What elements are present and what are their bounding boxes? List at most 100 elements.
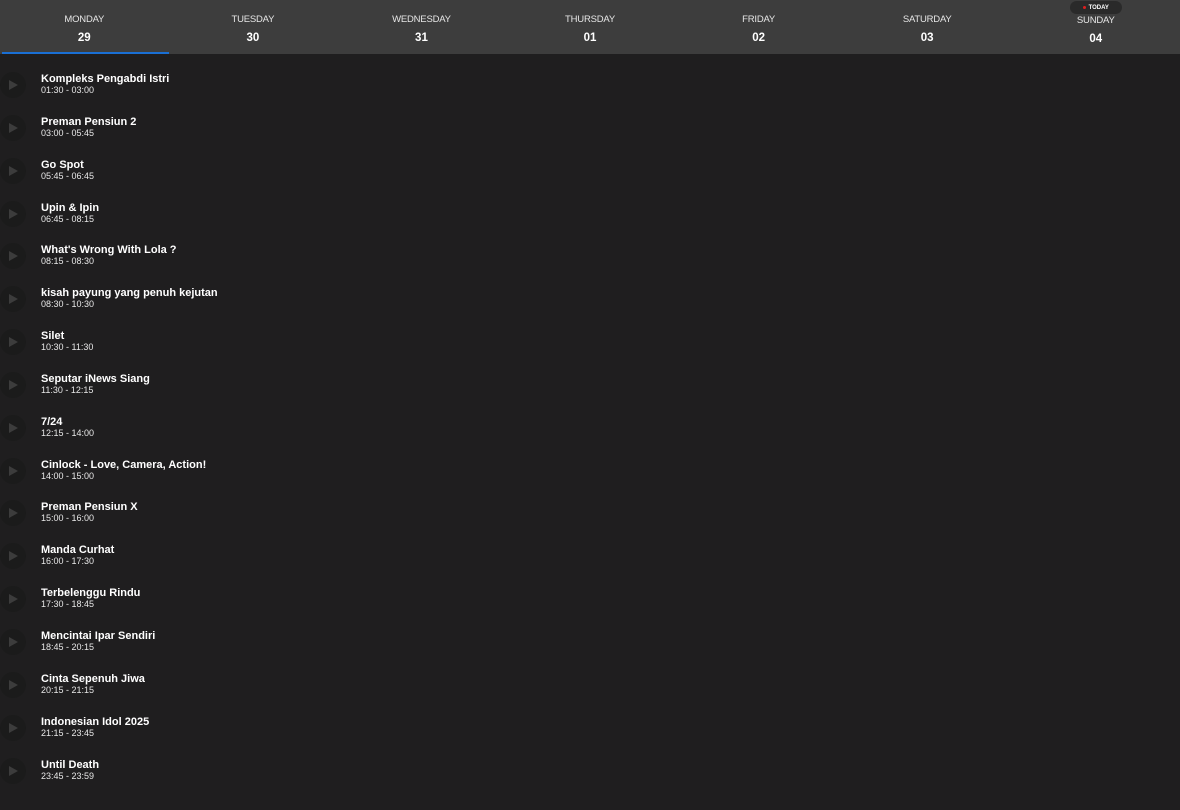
program-item[interactable]: Upin & Ipin 06:45 - 08:15 bbox=[0, 200, 1180, 243]
program-title: Preman Pensiun X bbox=[41, 501, 138, 514]
day-number: 31 bbox=[415, 32, 428, 44]
program-info: 7/24 12:15 - 14:00 bbox=[41, 416, 94, 438]
program-title: Mencintai Ipar Sendiri bbox=[41, 629, 156, 642]
play-button[interactable] bbox=[0, 457, 26, 484]
program-time: 21:15 - 23:45 bbox=[41, 727, 95, 738]
program-title: Kompleks Pengabdi Istri bbox=[41, 73, 170, 85]
program-title: 7/24 bbox=[41, 415, 63, 428]
program-title: Preman Pensiun 2 bbox=[41, 115, 137, 128]
play-icon bbox=[9, 337, 18, 348]
day-tab-friday[interactable]: FRIDAY 02 bbox=[674, 0, 843, 54]
day-name: WEDNESDAY bbox=[392, 14, 451, 25]
program-info: Manda Curhat 16:00 - 17:30 bbox=[41, 544, 114, 566]
day-tab-saturday[interactable]: SATURDAY 03 bbox=[843, 0, 1012, 54]
play-button[interactable] bbox=[0, 200, 26, 227]
play-icon bbox=[9, 80, 18, 90]
program-item[interactable]: Preman Pensiun X 15:00 - 16:00 bbox=[0, 499, 1180, 542]
program-time: 11:30 - 12:15 bbox=[41, 384, 94, 395]
program-title: kisah payung yang penuh kejutan bbox=[41, 287, 218, 300]
play-button[interactable] bbox=[0, 114, 26, 141]
play-button[interactable] bbox=[0, 628, 26, 655]
program-item[interactable]: What's Wrong With Lola ? 08:15 - 08:30 bbox=[0, 242, 1180, 285]
day-tab-wednesday[interactable]: WEDNESDAY 31 bbox=[337, 0, 506, 54]
program-info: Go Spot 05:45 - 06:45 bbox=[41, 159, 94, 181]
play-button[interactable] bbox=[0, 157, 26, 184]
play-button[interactable] bbox=[0, 286, 26, 313]
program-time: 17:30 - 18:45 bbox=[41, 599, 95, 610]
play-icon bbox=[9, 465, 18, 476]
play-button[interactable] bbox=[0, 243, 26, 270]
program-schedule-list: Kompleks Pengabdi Istri 01:30 - 03:00 Pr… bbox=[0, 54, 1180, 799]
program-info: Preman Pensiun X 15:00 - 16:00 bbox=[41, 501, 138, 523]
program-item[interactable]: Terbelenggu Rindu 17:30 - 18:45 bbox=[0, 585, 1180, 628]
day-name: SATURDAY bbox=[902, 14, 952, 25]
program-info: kisah payung yang penuh kejutan 08:30 - … bbox=[41, 287, 218, 309]
program-item[interactable]: Cinlock - Love, Camera, Action! 14:00 - … bbox=[0, 457, 1180, 500]
play-icon bbox=[9, 551, 18, 562]
day-name: FRIDAY bbox=[742, 14, 776, 25]
program-item[interactable]: Cinta Sepenuh Jiwa 20:15 - 21:15 bbox=[0, 671, 1180, 714]
program-title: Indonesian Idol 2025 bbox=[41, 715, 150, 728]
play-button[interactable] bbox=[0, 72, 26, 98]
program-title: Cinlock - Love, Camera, Action! bbox=[41, 458, 207, 471]
program-title: Until Death bbox=[41, 758, 100, 771]
program-info: Terbelenggu Rindu 17:30 - 18:45 bbox=[41, 587, 140, 609]
program-time: 01:30 - 03:00 bbox=[41, 85, 95, 95]
program-time: 08:30 - 10:30 bbox=[41, 299, 95, 310]
day-selector-bar: MONDAY 29 TUESDAY 30 WEDNESDAY 31 THURSD… bbox=[0, 0, 1180, 54]
program-item[interactable]: Preman Pensiun 2 03:00 - 05:45 bbox=[0, 114, 1180, 157]
day-name: MONDAY bbox=[64, 14, 105, 25]
program-item[interactable]: Indonesian Idol 2025 21:15 - 23:45 bbox=[0, 714, 1180, 757]
program-title: Seputar iNews Siang bbox=[41, 372, 150, 385]
day-tab-sunday[interactable]: TODAY SUNDAY 04 bbox=[1011, 0, 1180, 54]
program-time: 16:00 - 17:30 bbox=[41, 556, 95, 567]
program-title: What's Wrong With Lola ? bbox=[41, 244, 177, 257]
play-button[interactable] bbox=[0, 500, 26, 527]
play-icon bbox=[9, 722, 18, 733]
live-dot-icon bbox=[1082, 6, 1086, 9]
program-item[interactable]: kisah payung yang penuh kejutan 08:30 - … bbox=[0, 285, 1180, 328]
program-item[interactable]: Manda Curhat 16:00 - 17:30 bbox=[0, 542, 1180, 585]
day-tab-monday[interactable]: MONDAY 29 bbox=[0, 0, 169, 54]
program-item[interactable]: 7/24 12:15 - 14:00 bbox=[0, 414, 1180, 457]
day-tab-thursday[interactable]: THURSDAY 01 bbox=[506, 0, 675, 54]
program-time: 20:15 - 21:15 bbox=[41, 684, 95, 695]
program-item[interactable]: Go Spot 05:45 - 06:45 bbox=[0, 157, 1180, 200]
today-label: TODAY bbox=[1088, 4, 1109, 11]
program-item[interactable]: Until Death 23:45 - 23:59 bbox=[0, 757, 1180, 800]
day-name: TUESDAY bbox=[231, 14, 275, 25]
program-time: 08:15 - 08:30 bbox=[41, 256, 95, 267]
day-number: 29 bbox=[77, 32, 91, 44]
day-name: THURSDAY bbox=[565, 14, 615, 25]
day-number: 04 bbox=[1089, 33, 1103, 45]
program-time: 18:45 - 20:15 bbox=[41, 641, 95, 652]
program-info: Silet 10:30 - 11:30 bbox=[41, 330, 93, 352]
program-info: Indonesian Idol 2025 21:15 - 23:45 bbox=[41, 716, 149, 738]
day-name: SUNDAY bbox=[1076, 15, 1115, 26]
play-button[interactable] bbox=[0, 586, 26, 613]
program-item[interactable]: Silet 10:30 - 11:30 bbox=[0, 328, 1180, 371]
program-item[interactable]: Mencintai Ipar Sendiri 18:45 - 20:15 bbox=[0, 628, 1180, 671]
play-button[interactable] bbox=[0, 714, 26, 741]
day-tab-tuesday[interactable]: TUESDAY 30 bbox=[169, 0, 338, 54]
program-time: 23:45 - 23:59 bbox=[41, 770, 95, 781]
program-item[interactable]: Seputar iNews Siang 11:30 - 12:15 bbox=[0, 371, 1180, 414]
play-icon bbox=[9, 122, 18, 133]
program-info: What's Wrong With Lola ? 08:15 - 08:30 bbox=[41, 244, 177, 266]
play-button[interactable] bbox=[0, 543, 26, 570]
play-button[interactable] bbox=[0, 757, 26, 784]
program-item[interactable]: Kompleks Pengabdi Istri 01:30 - 03:00 bbox=[0, 71, 1180, 114]
program-time: 14:00 - 15:00 bbox=[41, 470, 95, 481]
play-icon bbox=[9, 379, 18, 390]
play-icon bbox=[9, 636, 18, 647]
play-button[interactable] bbox=[0, 371, 26, 398]
play-button[interactable] bbox=[0, 414, 26, 441]
play-button[interactable] bbox=[0, 329, 26, 356]
program-title: Upin & Ipin bbox=[41, 201, 100, 214]
program-title: Silet bbox=[41, 330, 65, 343]
today-badge: TODAY bbox=[1069, 1, 1122, 14]
program-title: Cinta Sepenuh Jiwa bbox=[41, 672, 145, 685]
play-button[interactable] bbox=[0, 671, 26, 698]
play-icon bbox=[9, 508, 18, 519]
program-time: 06:45 - 08:15 bbox=[41, 213, 95, 224]
